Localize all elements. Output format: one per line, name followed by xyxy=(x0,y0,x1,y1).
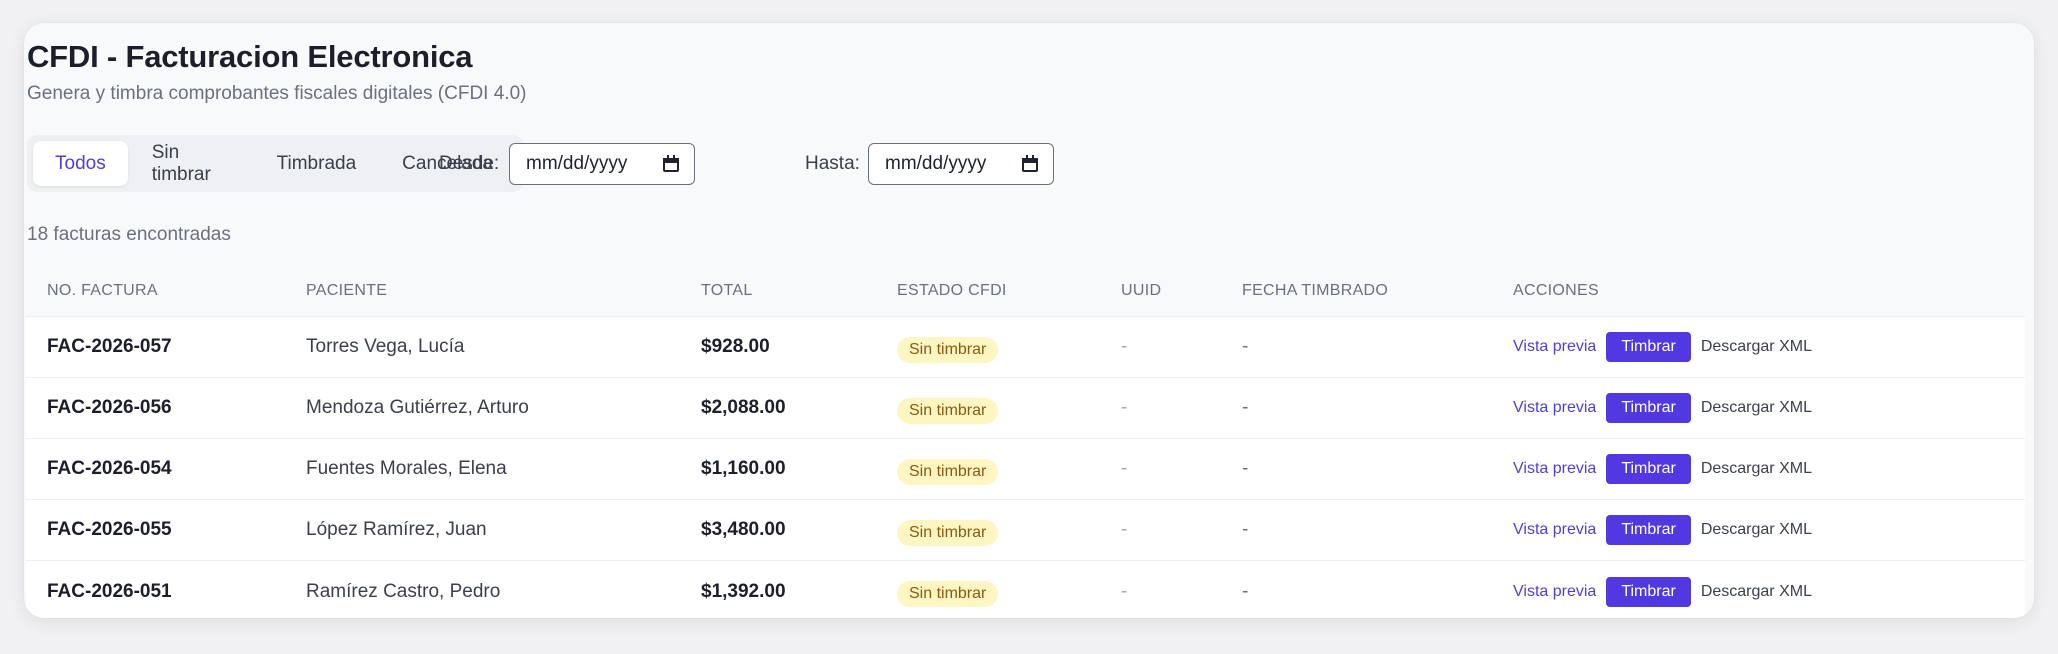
table-header: NO. FACTURA PACIENTE TOTAL ESTADO CFDI U… xyxy=(26,266,2025,317)
table-row: FAC-2026-055 López Ramírez, Juan $3,480.… xyxy=(26,500,2025,561)
download-xml-link[interactable]: Descargar XML xyxy=(1701,399,1812,417)
tab-timbrada[interactable]: Timbrada xyxy=(255,141,379,186)
invoice-total: $928.00 xyxy=(701,336,770,357)
table-row: FAC-2026-057 Torres Vega, Lucía $928.00 … xyxy=(26,317,2025,378)
stamp-date-value: - xyxy=(1242,397,1249,418)
invoices-table: NO. FACTURA PACIENTE TOTAL ESTADO CFDI U… xyxy=(26,266,2025,618)
download-xml-link[interactable]: Descargar XML xyxy=(1701,460,1812,478)
invoice-number: FAC-2026-054 xyxy=(47,458,172,479)
header-paciente: PACIENTE xyxy=(306,282,388,299)
preview-link[interactable]: Vista previa xyxy=(1513,338,1596,356)
stamp-date-value: - xyxy=(1242,458,1249,479)
calendar-icon[interactable] xyxy=(662,155,680,173)
status-badge: Sin timbrar xyxy=(897,459,999,485)
timbrar-button[interactable]: Timbrar xyxy=(1606,393,1691,423)
stamp-date-value: - xyxy=(1242,580,1249,602)
patient-name: Mendoza Gutiérrez, Arturo xyxy=(306,397,529,418)
patient-name: Fuentes Morales, Elena xyxy=(306,458,507,479)
header-fecha-timbrado: FECHA TIMBRADO xyxy=(1242,282,1389,299)
timbrar-button[interactable]: Timbrar xyxy=(1606,454,1691,484)
invoice-total: $1,160.00 xyxy=(701,458,786,479)
invoice-total: $3,480.00 xyxy=(701,519,786,540)
status-badge: Sin timbrar xyxy=(897,337,999,363)
timbrar-button[interactable]: Timbrar xyxy=(1606,515,1691,545)
uuid-value: - xyxy=(1121,397,1128,418)
patient-name: Torres Vega, Lucía xyxy=(306,336,465,357)
hasta-date-value: mm/dd/yyyy xyxy=(885,153,987,174)
download-xml-link[interactable]: Descargar XML xyxy=(1701,338,1812,356)
timbrar-button[interactable]: Timbrar xyxy=(1606,576,1691,607)
header-acciones: ACCIONES xyxy=(1513,282,1599,299)
patient-name: Ramírez Castro, Pedro xyxy=(306,580,501,602)
desde-date-value: mm/dd/yyyy xyxy=(526,153,628,174)
uuid-value: - xyxy=(1121,458,1128,479)
table-row: FAC-2026-054 Fuentes Morales, Elena $1,1… xyxy=(26,439,2025,500)
row-actions: Vista previa Timbrar Descargar XML xyxy=(1513,332,1812,362)
stamp-date-value: - xyxy=(1242,336,1249,357)
row-actions: Vista previa Timbrar Descargar XML xyxy=(1513,454,1812,484)
invoice-number: FAC-2026-056 xyxy=(47,397,172,418)
row-actions: Vista previa Timbrar Descargar XML xyxy=(1513,393,1812,423)
status-badge: Sin timbrar xyxy=(897,581,999,607)
header-no-factura: NO. FACTURA xyxy=(47,282,158,299)
patient-name: López Ramírez, Juan xyxy=(306,519,487,540)
preview-link[interactable]: Vista previa xyxy=(1513,521,1596,539)
invoice-total: $2,088.00 xyxy=(701,397,786,418)
page-title: CFDI - Facturacion Electronica xyxy=(27,39,473,74)
header-uuid: UUID xyxy=(1121,282,1162,299)
table-row: FAC-2026-051 Ramírez Castro, Pedro $1,39… xyxy=(26,561,2025,618)
timbrar-button[interactable]: Timbrar xyxy=(1606,332,1691,362)
preview-link[interactable]: Vista previa xyxy=(1513,399,1596,417)
hasta-label: Hasta: xyxy=(805,153,860,174)
invoice-number: FAC-2026-051 xyxy=(47,580,172,602)
calendar-icon[interactable] xyxy=(1021,155,1039,173)
download-xml-link[interactable]: Descargar XML xyxy=(1701,583,1812,601)
header-estado-cfdi: ESTADO CFDI xyxy=(897,282,1007,299)
tab-todos[interactable]: Todos xyxy=(33,141,128,186)
row-actions: Vista previa Timbrar Descargar XML xyxy=(1513,515,1812,545)
header-total: TOTAL xyxy=(701,282,753,299)
tab-sin-timbrar[interactable]: Sin timbrar xyxy=(130,141,253,186)
preview-link[interactable]: Vista previa xyxy=(1513,583,1596,601)
desde-label: Desde: xyxy=(439,153,500,174)
uuid-value: - xyxy=(1121,336,1128,357)
row-actions: Vista previa Timbrar Descargar XML xyxy=(1513,576,1812,607)
results-count: 18 facturas encontradas xyxy=(27,224,231,245)
invoice-number: FAC-2026-055 xyxy=(47,519,172,540)
download-xml-link[interactable]: Descargar XML xyxy=(1701,521,1812,539)
page-subtitle: Genera y timbra comprobantes fiscales di… xyxy=(27,83,527,104)
invoice-number: FAC-2026-057 xyxy=(47,336,172,357)
table-row: FAC-2026-056 Mendoza Gutiérrez, Arturo $… xyxy=(26,378,2025,439)
hasta-date-input[interactable]: mm/dd/yyyy xyxy=(868,143,1054,185)
uuid-value: - xyxy=(1121,580,1128,602)
preview-link[interactable]: Vista previa xyxy=(1513,460,1596,478)
status-badge: Sin timbrar xyxy=(897,520,999,546)
status-badge: Sin timbrar xyxy=(897,398,999,424)
cfdi-panel: CFDI - Facturacion Electronica Genera y … xyxy=(24,23,2034,618)
invoice-total: $1,392.00 xyxy=(701,580,786,602)
stamp-date-value: - xyxy=(1242,519,1249,540)
desde-date-input[interactable]: mm/dd/yyyy xyxy=(509,143,695,185)
uuid-value: - xyxy=(1121,519,1128,540)
